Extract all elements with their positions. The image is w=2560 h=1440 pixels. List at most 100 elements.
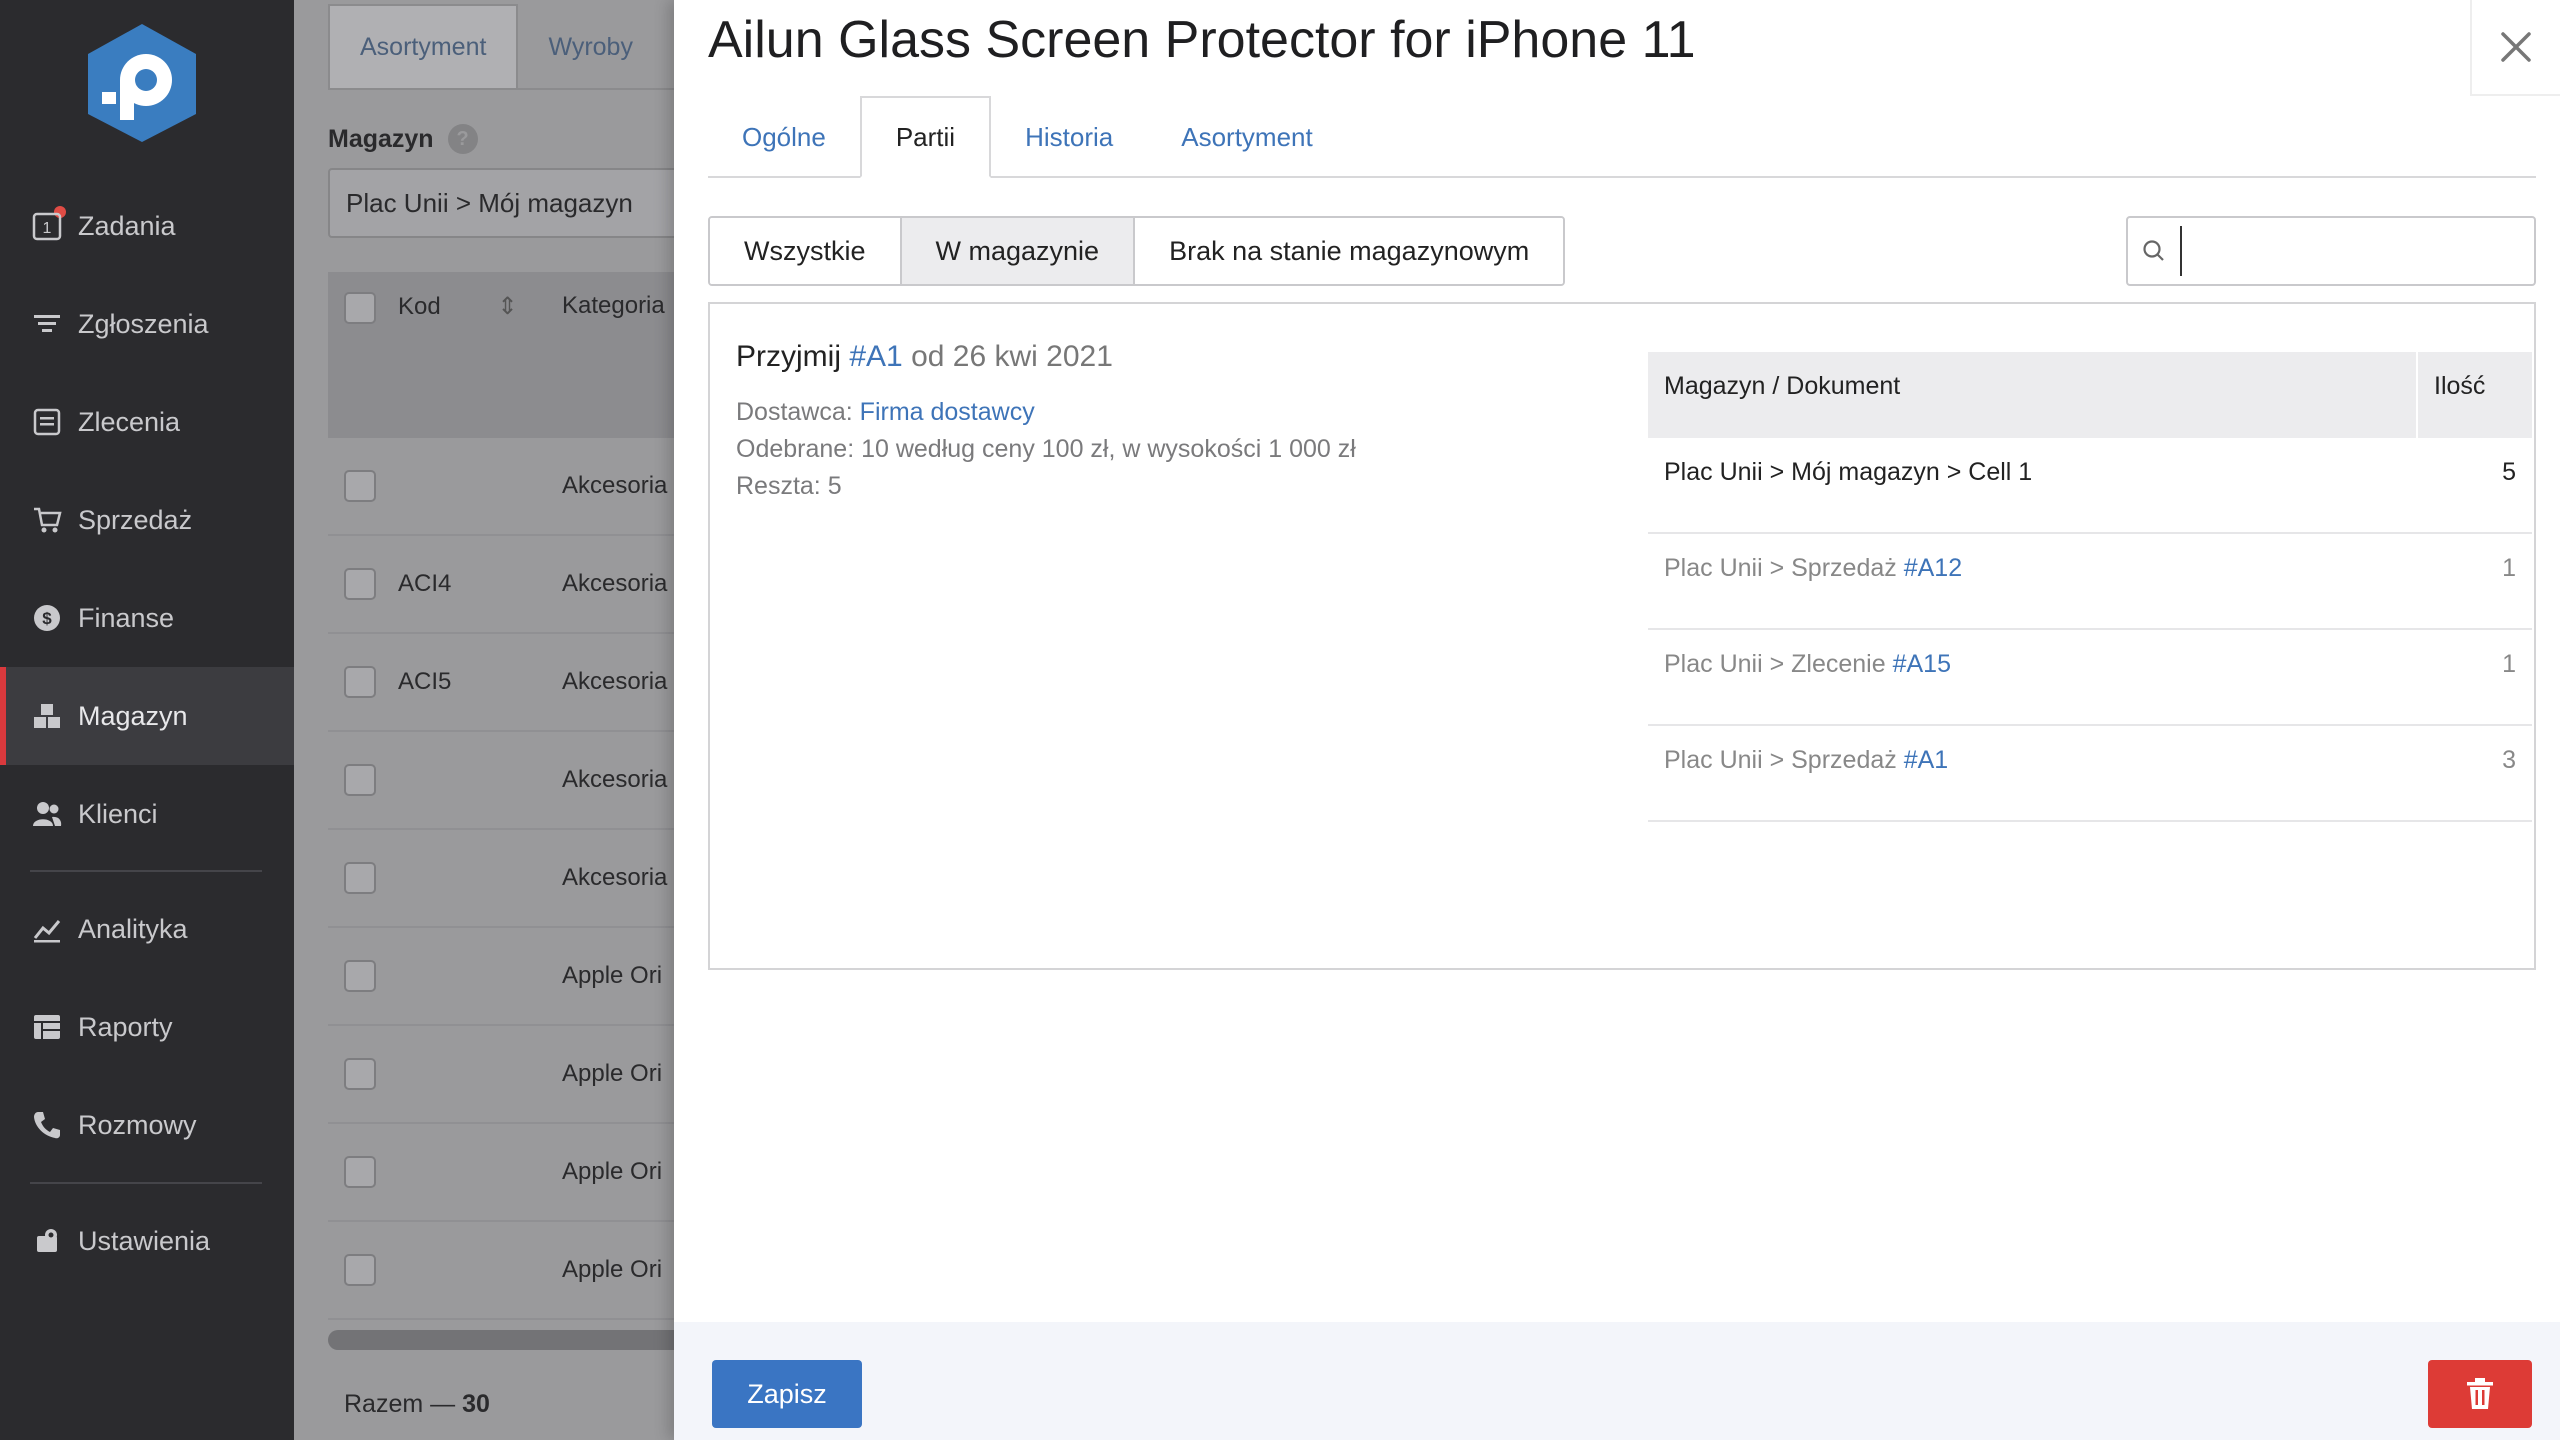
header-kod[interactable]: Kod ⇕ — [398, 272, 562, 438]
chart-icon — [30, 912, 64, 946]
sidebar-item-sprzedaz[interactable]: Sprzedaż — [0, 471, 294, 569]
table-row[interactable]: Apple Ori — [328, 1026, 674, 1124]
dollar-icon: $ — [30, 601, 64, 635]
sidebar-item-finanse[interactable]: $ Finanse — [0, 569, 294, 667]
product-modal: Ailun Glass Screen Protector for iPhone … — [674, 0, 2560, 1440]
sidebar-item-magazyn[interactable]: Magazyn — [0, 667, 294, 765]
horizontal-scrollbar[interactable] — [328, 1330, 674, 1350]
background-page: Asortyment Wyroby Magazyn ? Plac Unii > … — [294, 0, 674, 1440]
close-icon — [2501, 32, 2531, 62]
row-checkbox[interactable] — [344, 1156, 376, 1188]
batch-title: Przyjmij #A1 od 26 kwi 2021 — [736, 340, 1113, 373]
row-checkbox[interactable] — [344, 764, 376, 796]
sidebar-item-raporty[interactable]: Raporty — [0, 978, 294, 1076]
save-button[interactable]: Zapisz — [712, 1360, 862, 1428]
sidebar-item-rozmowy[interactable]: Rozmowy — [0, 1076, 294, 1174]
tab-partii[interactable]: Partii — [859, 96, 992, 178]
select-all-checkbox[interactable] — [344, 292, 376, 324]
table-row[interactable]: Akcesoria — [328, 732, 674, 830]
orders-icon — [30, 405, 64, 439]
sort-icon: ⇕ — [497, 293, 518, 320]
sidebar-item-label: Zadania — [78, 210, 176, 241]
magazyn-label-text: Magazyn — [328, 124, 434, 153]
row-checkbox[interactable] — [344, 666, 376, 698]
table-row[interactable]: Akcesoria — [328, 438, 674, 536]
warehouse-icon — [30, 699, 64, 733]
sidebar-item-zlecenia[interactable]: Zlecenia — [0, 373, 294, 471]
table-row[interactable]: ACI4 Akcesoria — [328, 536, 674, 634]
sidebar-item-label: Zlecenia — [78, 406, 181, 437]
bg-tab-asortyment[interactable]: Asortyment — [328, 4, 519, 88]
table-row[interactable]: Apple Ori — [328, 1124, 674, 1222]
delete-button[interactable] — [2428, 1360, 2532, 1428]
table-header: Magazyn / Dokument Ilość — [1648, 352, 2532, 438]
document-link[interactable]: #A12 — [1904, 554, 1962, 582]
table-row[interactable]: Apple Ori — [328, 1222, 674, 1320]
remaining-line: Reszta: 5 — [736, 472, 842, 500]
table-row: Plac Unii > Zlecenie #A15 1 — [1648, 630, 2532, 726]
sidebar-item-label: Zgłoszenia — [78, 308, 209, 339]
sidebar-item-zadania[interactable]: 1 Zadania — [0, 177, 294, 275]
row-checkbox[interactable] — [344, 568, 376, 600]
search-box[interactable] — [2126, 216, 2536, 286]
row-checkbox[interactable] — [344, 960, 376, 992]
bg-tab-wyroby[interactable]: Wyroby — [518, 4, 665, 88]
total-count: Razem — 30 — [344, 1390, 490, 1418]
tab-asortyment[interactable]: Asortyment — [1147, 96, 1347, 178]
filter-all-button[interactable]: Wszystkie — [710, 218, 902, 284]
stock-locations-table: Magazyn / Dokument Ilość Plac Unii > Mój… — [1648, 352, 2532, 822]
row-checkbox[interactable] — [344, 1058, 376, 1090]
background-tabs: Asortyment Wyroby — [328, 4, 665, 88]
table-row[interactable]: Apple Ori — [328, 928, 674, 1026]
filter-out-of-stock-button[interactable]: Brak na stanie magazynowym — [1135, 218, 1564, 284]
table-row: Plac Unii > Mój magazyn > Cell 1 5 — [1648, 438, 2532, 534]
users-icon — [30, 797, 64, 831]
table-row[interactable]: Akcesoria — [328, 830, 674, 928]
row-checkbox[interactable] — [344, 470, 376, 502]
sidebar-divider — [30, 870, 262, 872]
help-icon[interactable]: ? — [447, 124, 478, 154]
reports-icon — [30, 1010, 64, 1044]
search-input[interactable] — [2180, 226, 2520, 276]
modal-tabs: Ogólne Partii Historia Asortyment — [708, 96, 2536, 178]
tab-historia[interactable]: Historia — [991, 96, 1147, 178]
row-checkbox[interactable] — [344, 862, 376, 894]
close-button[interactable] — [2470, 0, 2560, 96]
table-row: Plac Unii > Sprzedaż #A1 3 — [1648, 726, 2532, 822]
batch-panel: Przyjmij #A1 od 26 kwi 2021 Dostawca: Fi… — [708, 302, 2536, 970]
supplier-link[interactable]: Firma dostawcy — [860, 398, 1035, 426]
sidebar-item-analityka[interactable]: Analityka — [0, 880, 294, 978]
sidebar-item-label: Raporty — [78, 1011, 173, 1042]
table-row[interactable]: ACI5 Akcesoria — [328, 634, 674, 732]
sidebar-item-label: Sprzedaż — [78, 504, 193, 535]
sidebar-item-zgloszenia[interactable]: Zgłoszenia — [0, 275, 294, 373]
document-link[interactable]: #A1 — [1904, 746, 1948, 774]
tab-ogolne[interactable]: Ogólne — [708, 96, 860, 178]
bg-tab-divider — [328, 88, 674, 90]
svg-text:1: 1 — [43, 220, 52, 237]
sidebar-item-label: Ustawienia — [78, 1225, 211, 1256]
sidebar-item-ustawienia[interactable]: Ustawienia — [0, 1192, 294, 1290]
sidebar-item-klienci[interactable]: Klienci — [0, 765, 294, 863]
tasks-icon: 1 — [30, 209, 64, 243]
filter-icon — [30, 307, 64, 341]
document-link[interactable]: #A15 — [1893, 650, 1951, 678]
row-checkbox[interactable] — [344, 1254, 376, 1286]
magazyn-label: Magazyn ? — [328, 124, 478, 154]
search-icon — [2143, 240, 2164, 261]
table-header: Kod ⇕ Kategoria — [328, 272, 674, 438]
batch-link[interactable]: #A1 — [849, 340, 902, 373]
settings-icon — [30, 1224, 64, 1258]
background-table: Kod ⇕ Kategoria Akcesoria ACI4 Akcesoria … — [328, 272, 674, 1320]
svg-text:$: $ — [42, 609, 52, 628]
sidebar-item-label: Finanse — [78, 602, 175, 633]
sidebar-divider — [30, 1182, 262, 1184]
header-kategoria[interactable]: Kategoria — [562, 272, 674, 438]
filter-in-stock-button[interactable]: W magazynie — [901, 218, 1136, 284]
app-logo[interactable] — [84, 22, 200, 144]
cart-icon — [30, 503, 64, 537]
stock-filter-group: Wszystkie W magazynie Brak na stanie mag… — [708, 216, 1566, 286]
magazyn-select[interactable]: Plac Unii > Mój magazyn — [328, 168, 674, 238]
sidebar-item-label: Klienci — [78, 798, 158, 829]
modal-title: Ailun Glass Screen Protector for iPhone … — [708, 11, 1696, 69]
